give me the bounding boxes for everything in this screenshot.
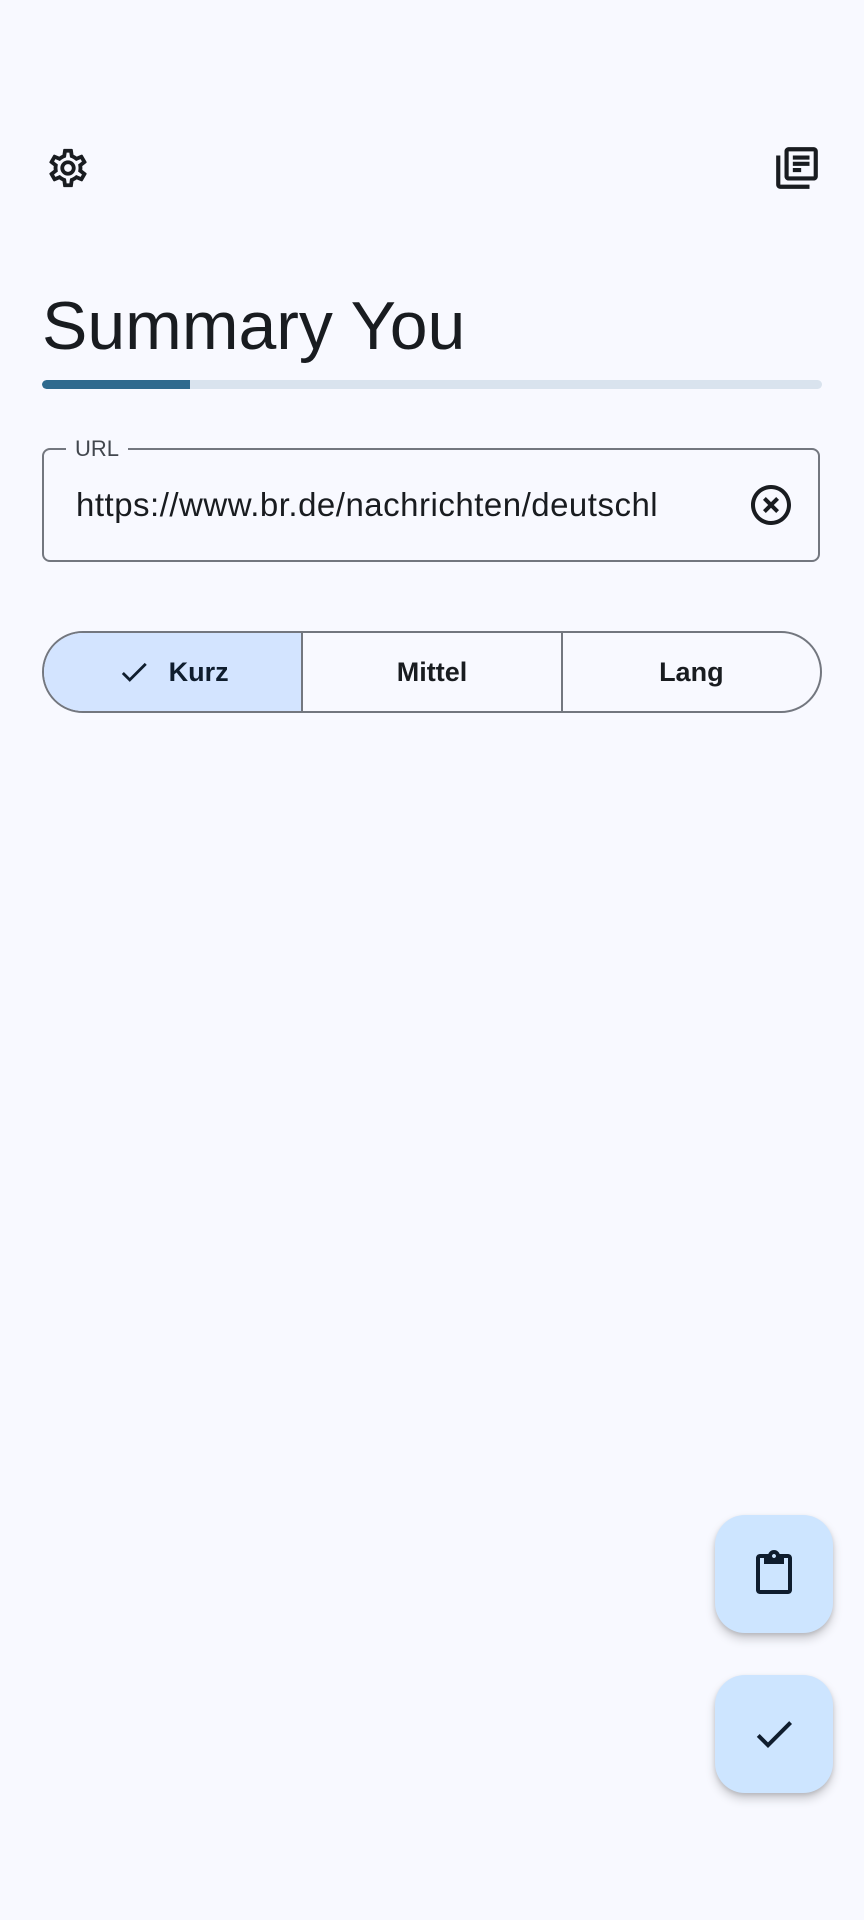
segment-label: Mittel [396,656,468,687]
progress-bar [42,380,822,389]
check-icon [756,1721,792,1748]
summary-length-selector: Kurz Mittel Lang [42,631,822,713]
segment-lang[interactable]: Lang [560,633,820,711]
library-books-icon [776,147,818,189]
cancel-circle-icon [751,485,791,525]
progress-bar-fill [42,380,191,389]
gear-icon [49,148,87,188]
library-button[interactable] [765,136,829,200]
url-field[interactable]: URL [42,437,820,562]
url-input[interactable] [76,450,676,560]
segment-mittel[interactable]: Mittel [301,633,560,711]
segment-label: Kurz [168,656,229,687]
page-title: Summary You [42,288,466,364]
segment-kurz[interactable]: Kurz [44,633,302,711]
segment-label: Lang [659,656,724,687]
clipboard-icon [756,1550,792,1594]
check-icon [117,655,151,689]
settings-button[interactable] [36,136,100,200]
clear-url-button[interactable] [740,474,802,536]
submit-button[interactable] [715,1675,833,1793]
paste-button[interactable] [715,1515,833,1633]
